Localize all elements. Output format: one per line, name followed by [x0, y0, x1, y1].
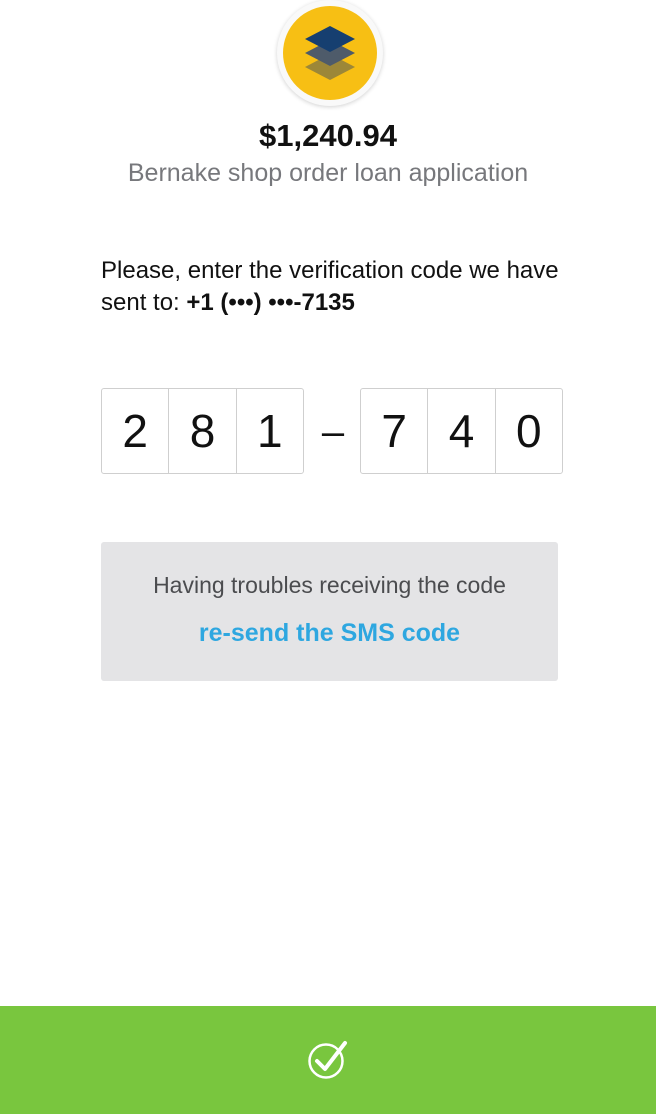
loan-description: Bernake shop order loan application — [127, 159, 529, 187]
code-digit-5[interactable]: 4 — [428, 389, 496, 473]
resend-sms-link[interactable]: re-send the SMS code — [101, 619, 558, 648]
code-input-group-first[interactable]: 2 8 1 — [101, 388, 304, 474]
code-digit-2[interactable]: 8 — [169, 389, 237, 473]
verification-prompt: Please, enter the verification code we h… — [101, 255, 581, 319]
code-digit-3[interactable]: 1 — [237, 389, 303, 473]
code-digit-6[interactable]: 0 — [496, 389, 562, 473]
verification-screen: $1,240.94 Bernake shop order loan applic… — [0, 0, 656, 1114]
help-panel: Having troubles receiving the code re-se… — [101, 542, 558, 681]
help-text: Having troubles receiving the code — [153, 572, 506, 598]
code-separator: – — [321, 410, 345, 454]
confirm-button[interactable] — [0, 1006, 656, 1114]
code-digit-4[interactable]: 7 — [361, 389, 429, 473]
loan-amount: $1,240.94 — [259, 118, 397, 153]
app-logo — [277, 0, 383, 106]
layers-icon — [283, 6, 377, 100]
check-circle-icon — [308, 1041, 347, 1079]
code-digit-1[interactable]: 2 — [102, 389, 170, 473]
masked-phone-number: +1 (•••) •••-7135 — [186, 289, 355, 316]
code-input-group-second[interactable]: 7 4 0 — [360, 388, 563, 474]
